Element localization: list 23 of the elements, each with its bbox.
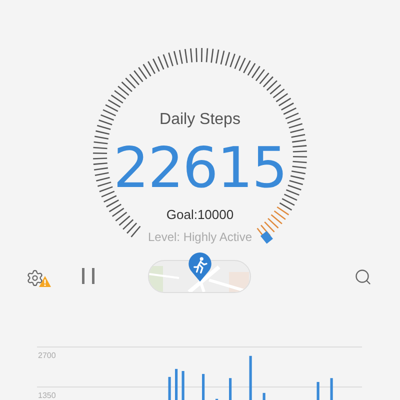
- pause-icon: [82, 268, 95, 284]
- axis-label: 2700: [38, 351, 56, 360]
- settings-icon: [26, 268, 44, 286]
- settings-button[interactable]: [26, 268, 51, 287]
- chart-bar: [175, 368, 178, 400]
- chart-bar: [202, 374, 205, 400]
- step-count: 22615: [113, 135, 287, 203]
- goal-label: Goal:10000: [166, 206, 234, 224]
- axis-label: 1350: [38, 391, 56, 400]
- chart-bar: [249, 356, 252, 400]
- search-button[interactable]: [354, 268, 372, 286]
- search-icon: [354, 268, 372, 286]
- chart-bar: [182, 371, 184, 400]
- warning-icon: [39, 276, 51, 287]
- runner-pin-icon: [187, 252, 213, 282]
- activity-level: Level: Highly Active: [148, 229, 252, 246]
- pause-button[interactable]: [82, 268, 95, 284]
- chart-bar: [168, 376, 171, 400]
- gauge-title: Daily Steps: [160, 110, 240, 130]
- chart-bar: [316, 382, 320, 400]
- chart-bar: [262, 392, 266, 400]
- chart-bar: [330, 378, 333, 400]
- chart-bar: [229, 378, 232, 400]
